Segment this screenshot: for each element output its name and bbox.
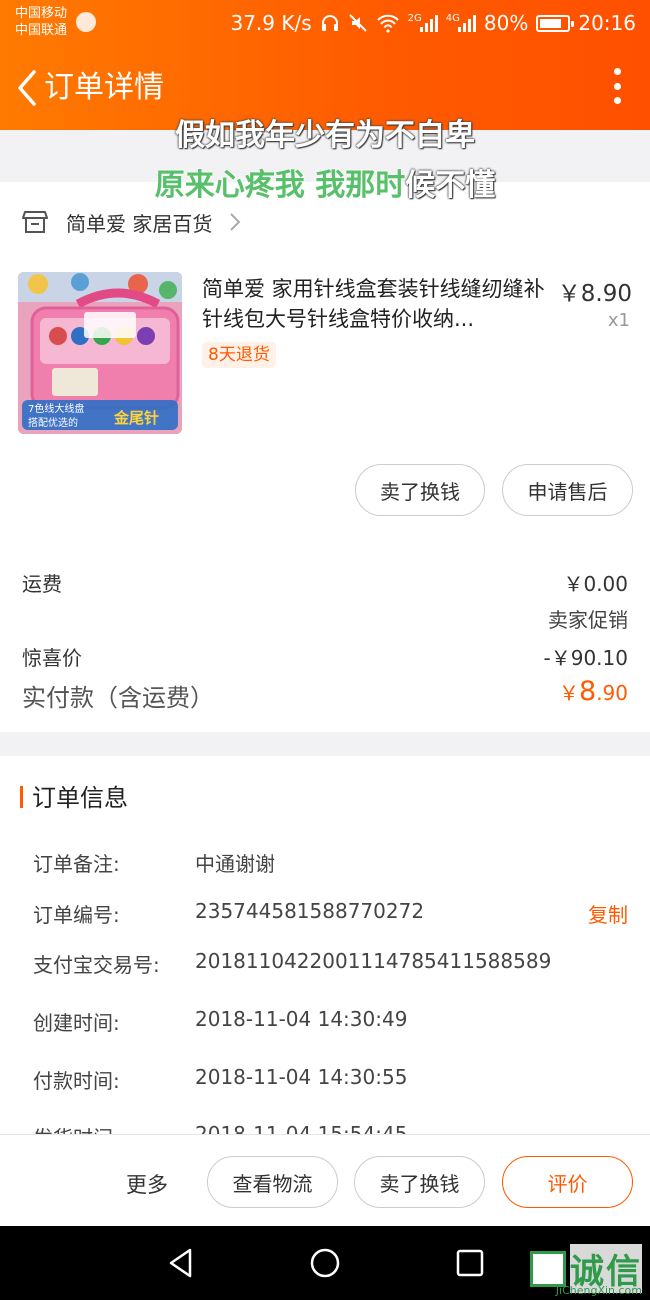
info-label: 付款时间: <box>33 1069 120 1093</box>
product-image-art: 7色线大线盘 搭配优选的 金尾针 <box>18 272 182 434</box>
surprise-price-value: -￥90.10 <box>543 646 628 670</box>
surprise-price-label: 惊喜价 <box>22 646 82 670</box>
chevron-right-icon <box>230 213 241 231</box>
info-label: 订单备注: <box>33 852 120 876</box>
battery-icon <box>536 14 575 32</box>
info-label: 支付宝交易号: <box>33 953 160 977</box>
carrier-1: 中国移动 <box>15 6 68 21</box>
info-value: 2018-11-04 14:30:55 <box>195 1065 408 1089</box>
total-paid-value: ￥8.90 <box>559 676 628 707</box>
product-image-caption-1: 7色线大线盘 <box>28 402 84 415</box>
product-title[interactable]: 简单爱 家用针线盒套装针线缝纫缝补针线包大号针线盒特价收纳... <box>202 274 552 334</box>
clock: 20:16 <box>578 11 636 35</box>
info-label: 订单编号: <box>33 903 120 927</box>
status-indicators: 37.9 K/s 2G 4G 80% 20:16 <box>230 10 636 36</box>
section-accent-bar <box>20 786 23 808</box>
product-image-caption-2: 搭配优选的 <box>28 416 78 429</box>
nav-recents-icon[interactable] <box>455 1248 485 1278</box>
order-info-card: 订单信息 订单备注: 中通谢谢 订单编号: 235744581588770272… <box>0 756 650 1150</box>
globe-icon <box>76 12 96 32</box>
signal-2g-icon: 2G <box>408 13 438 32</box>
product-quantity: x1 <box>607 310 630 331</box>
shop-name: 简单爱 家居百货 <box>66 211 213 236</box>
info-value: 235744581588770272 <box>195 899 425 923</box>
product-price: ￥8.90 <box>557 281 632 307</box>
carrier-2: 中国联通 <box>15 23 68 38</box>
order-info-title: 订单信息 <box>32 784 128 812</box>
more-options-icon[interactable] <box>612 68 622 104</box>
copy-order-number-button[interactable]: 复制 <box>588 899 628 928</box>
lyric-rest: 候不懂 <box>405 168 496 203</box>
return-policy-badge: 8天退货 <box>202 342 276 368</box>
info-value: 2018110422001114785411588589 <box>195 949 552 973</box>
review-button[interactable]: 评价 <box>502 1156 633 1208</box>
shipping-label: 运费 <box>22 572 62 596</box>
surprise-price-row: 惊喜价 -￥90.10 <box>22 642 628 671</box>
shop-row[interactable]: 简单爱 家居百货 <box>22 204 242 240</box>
watermark-logo: 诚信 JiChengXin.com <box>530 1244 642 1297</box>
total-paid-row: 实付款（含运费） ￥8.90 <box>22 676 628 713</box>
wifi-icon <box>376 14 399 33</box>
info-value: 中通谢谢 <box>195 852 275 876</box>
after-sale-button[interactable]: 申请售后 <box>502 464 633 516</box>
bottom-action-bar: 更多 查看物流 卖了换钱 评价 <box>0 1134 650 1226</box>
watermark-box-icon <box>530 1250 566 1287</box>
nav-back-icon[interactable] <box>166 1247 196 1279</box>
watermark-sub: JiChengXin.com <box>555 1284 642 1297</box>
lyric-highlight: 原来心疼我 我那时 <box>154 168 406 203</box>
info-label: 创建时间: <box>33 1011 120 1035</box>
headphones-icon <box>321 15 338 31</box>
order-product-card: 简单爱 家居百货 7色线大线盘 搭配优选的 金尾针 简单爱 家用针线盒套装针线缝… <box>0 182 650 732</box>
sell-for-cash-button[interactable]: 卖了换钱 <box>355 464 485 516</box>
more-actions-button[interactable]: 更多 <box>126 1169 168 1199</box>
lyric-line-2: 原来心疼我 我那时候不懂 <box>0 160 650 204</box>
page-title: 订单详情 <box>44 70 164 105</box>
navigation-bar: 订单详情 <box>0 58 650 118</box>
total-paid-label: 实付款（含运费） <box>22 684 214 712</box>
product-image-caption-3: 金尾针 <box>113 409 159 427</box>
store-icon <box>22 211 48 233</box>
system-navigation-bar: 诚信 JiChengXin.com <box>0 1226 650 1300</box>
view-logistics-button[interactable]: 查看物流 <box>207 1156 338 1208</box>
lyric-line-1: 假如我年少有为不自卑 <box>175 118 475 153</box>
seller-promotion-label: 卖家促销 <box>548 608 628 632</box>
status-bar: 中国移动 中国联通 37.9 K/s 2G 4G 80% 20:16 <box>0 0 650 46</box>
info-value: 2018-11-04 14:30:49 <box>195 1007 408 1031</box>
nav-home-icon[interactable] <box>309 1247 341 1279</box>
sell-for-cash-button-bottom[interactable]: 卖了换钱 <box>354 1156 485 1208</box>
net-speed: 37.9 K/s <box>230 11 312 35</box>
back-arrow-icon[interactable] <box>12 68 42 108</box>
carrier-info: 中国移动 中国联通 <box>15 5 67 39</box>
mute-icon <box>348 14 367 32</box>
signal-4g-icon: 4G <box>446 13 476 32</box>
shipping-value: ￥0.00 <box>563 572 628 596</box>
battery-percent: 80% <box>483 11 529 35</box>
product-image[interactable]: 7色线大线盘 搭配优选的 金尾针 <box>18 272 182 434</box>
shipping-fee-row: 运费 ￥0.00 <box>22 568 628 597</box>
